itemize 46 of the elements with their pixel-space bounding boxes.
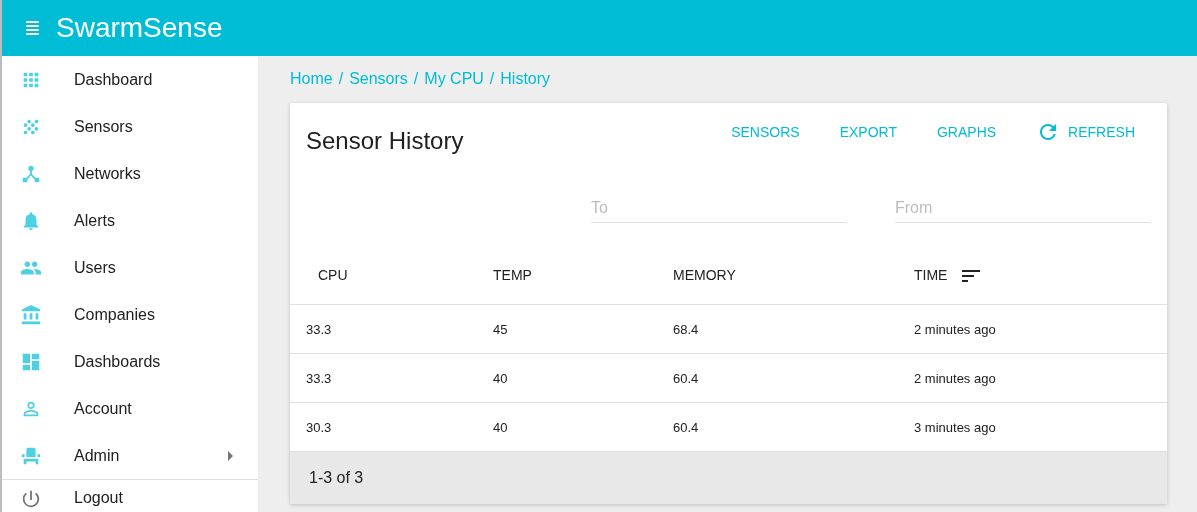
nav-item[interactable]: Dashboards [2,338,258,385]
table-cell: 2 minutes ago [914,371,996,386]
nav-label: Dashboard [74,69,153,90]
table-cell: 60.4 [673,371,699,386]
nav-label: Logout [74,488,123,508]
nav-item[interactable]: Admin [2,432,258,479]
column-header[interactable]: CPU [318,265,348,286]
nav-item[interactable]: Companies [2,291,258,338]
nav-label: Admin [74,445,120,466]
nav-label: Alerts [74,210,115,231]
table-cell: 40 [493,371,508,386]
nav-item[interactable]: Networks [2,150,258,197]
breadcrumb-separator: / [489,69,495,89]
nav-label: Account [74,398,132,419]
pagination-text: 1-3 of 3 [309,468,364,488]
nav-item[interactable]: Sensors [2,103,258,150]
table-cell: 60.4 [673,420,699,435]
table-cell: 33.3 [306,322,332,337]
bank-icon [20,303,42,326]
table-cell: 45 [493,322,508,337]
table-cell: 68.4 [673,322,699,337]
nav-item[interactable]: Alerts [2,197,258,244]
table-cell: 2 minutes ago [914,322,996,337]
nav-item[interactable]: Dashboard [2,56,258,103]
nav-item[interactable]: Logout [2,480,258,512]
table-cell: 40 [493,420,508,435]
breadcrumb-separator: / [338,69,344,89]
nav-item[interactable]: Account [2,385,258,432]
nav-item[interactable]: Users [2,244,258,291]
power-icon [20,488,42,510]
nav-label: Dashboards [74,351,161,372]
table-cell: 33.3 [306,371,332,386]
app-title: SwarmSense [56,11,223,45]
table-cell: 30.3 [306,420,332,435]
column-header[interactable]: MEMORY [673,265,736,286]
table-cell: 3 minutes ago [914,420,996,435]
nav-label: Users [74,257,116,278]
breadcrumb-separator: / [413,69,419,89]
nav-label: Networks [74,163,141,184]
date-field[interactable]: To [591,193,847,223]
column-header[interactable]: TIME [914,263,984,288]
nav-label: Sensors [74,116,133,137]
column-header[interactable]: TEMP [493,265,532,286]
card-title: Sensor History [306,126,464,156]
date-field[interactable]: From [895,193,1151,223]
nav-label: Companies [74,304,155,325]
